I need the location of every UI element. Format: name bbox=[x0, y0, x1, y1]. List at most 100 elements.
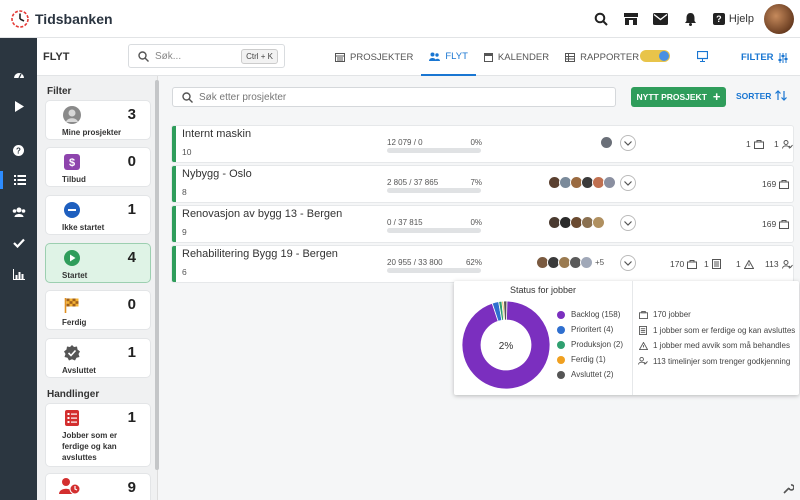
sort-arrows-icon bbox=[775, 90, 788, 101]
bell-icon[interactable] bbox=[683, 11, 699, 27]
tab-label: KALENDER bbox=[497, 51, 550, 63]
action-timelines-approval[interactable]: 9 bbox=[46, 474, 150, 500]
new-project-button[interactable]: NYTT PROSJEKT + bbox=[631, 87, 726, 107]
help-circle-icon[interactable]: ? bbox=[0, 141, 37, 159]
expand-button[interactable] bbox=[620, 175, 636, 191]
expand-button[interactable] bbox=[620, 215, 636, 231]
team-icon[interactable] bbox=[0, 203, 37, 221]
project-hours: 20 955 / 33 800 bbox=[387, 258, 443, 267]
action-jobs-ready-to-close[interactable]: 1 Jobber som er ferdige og kan avsluttes bbox=[46, 404, 150, 466]
help-button[interactable]: ? Hjelp bbox=[712, 13, 754, 25]
global-search-input[interactable]: Søk... Ctrl + K bbox=[128, 44, 285, 68]
project-row[interactable]: Renovasjon av bygg 13 - Bergen 9 0 / 37 … bbox=[172, 206, 793, 242]
project-search-input[interactable]: Søk etter prosjekter bbox=[172, 87, 616, 107]
svg-text:$: $ bbox=[69, 157, 75, 169]
play-icon[interactable] bbox=[0, 97, 37, 115]
filter-startet[interactable]: 4 Startet bbox=[46, 244, 150, 282]
expand-button[interactable] bbox=[620, 255, 636, 271]
legend-dot bbox=[557, 355, 565, 364]
filter-mine-prosjekter[interactable]: 3 Mine prosjekter bbox=[46, 101, 150, 139]
user-avatar[interactable] bbox=[764, 4, 794, 34]
filter-ikke-startet[interactable]: 1 Ikke startet bbox=[46, 196, 150, 234]
chevron-down-icon bbox=[624, 220, 632, 226]
user-avatar-icon bbox=[63, 106, 81, 124]
chevron-down-icon bbox=[624, 180, 632, 186]
search-icon bbox=[182, 92, 193, 103]
search-icon bbox=[138, 51, 149, 62]
filter-avsluttet[interactable]: 1 Avsluttet bbox=[46, 339, 150, 377]
play-circle-icon bbox=[63, 249, 81, 267]
left-nav: ? bbox=[0, 38, 37, 500]
sub-header: FLYT Søk... Ctrl + K PROSJEKTER FLYT KAL… bbox=[37, 38, 800, 76]
avatar bbox=[580, 256, 593, 269]
dashboard-icon[interactable] bbox=[0, 66, 37, 84]
filter-count: 4 bbox=[127, 249, 136, 266]
user-clock-icon bbox=[58, 477, 82, 495]
avatar bbox=[603, 176, 616, 189]
project-name: Nybygg - Oslo bbox=[182, 168, 252, 180]
check-badge-icon bbox=[63, 344, 81, 362]
user-check-icon bbox=[638, 357, 648, 365]
plus-icon: + bbox=[712, 89, 721, 104]
list-icon[interactable] bbox=[0, 171, 37, 189]
filter-ferdig[interactable]: 0 Ferdig bbox=[46, 291, 150, 329]
store-icon[interactable] bbox=[623, 11, 639, 27]
project-row[interactable]: Internt maskin 10 12 079 / 0 0% 1 1 bbox=[172, 126, 793, 162]
filter-tilbud[interactable]: $ 0 Tilbud bbox=[46, 148, 150, 186]
status-donut-chart: 2% bbox=[461, 300, 551, 390]
filter-count: 1 bbox=[127, 201, 136, 218]
project-row[interactable]: Nybygg - Oslo 8 2 805 / 37 865 7% 169 bbox=[172, 166, 793, 202]
legend-label: Avsluttet (2) bbox=[571, 370, 614, 379]
filter-button[interactable]: FILTER bbox=[741, 52, 788, 63]
project-number: 6 bbox=[182, 267, 187, 277]
filter-scrollbar[interactable] bbox=[155, 80, 159, 470]
stat-users: 1 bbox=[774, 139, 793, 149]
mode-toggle[interactable] bbox=[640, 50, 670, 62]
info-label: 170 jobber bbox=[653, 310, 691, 320]
filter-panel: Filter 3 Mine prosjekter $ 0 Tilbud 1 Ik… bbox=[37, 76, 158, 500]
task-list-icon bbox=[63, 409, 81, 427]
team-avatars[interactable]: +5 bbox=[536, 256, 605, 269]
tab-kalender[interactable]: KALENDER bbox=[476, 38, 557, 76]
project-number: 8 bbox=[182, 187, 187, 197]
action-label: Jobber som er ferdige og kan avsluttes bbox=[62, 431, 118, 462]
mail-icon[interactable] bbox=[653, 11, 669, 27]
team-avatars[interactable] bbox=[600, 136, 613, 149]
tab-prosjekter[interactable]: PROSJEKTER bbox=[327, 38, 421, 76]
project-percent: 62% bbox=[465, 258, 482, 267]
briefcase-icon bbox=[779, 179, 790, 189]
tab-rapporter[interactable]: RAPPORTER bbox=[557, 38, 647, 76]
tab-flyt[interactable]: FLYT bbox=[421, 38, 476, 76]
project-percent: 7% bbox=[470, 178, 482, 187]
search-icon[interactable] bbox=[593, 11, 609, 27]
checkmark-icon[interactable] bbox=[0, 234, 37, 252]
status-info-list: 170 jobber 1 jobber som er ferdige og ka… bbox=[638, 307, 795, 369]
bar-chart-icon[interactable] bbox=[0, 265, 37, 283]
top-bar: Tidsbanken ? Hjelp bbox=[0, 0, 800, 38]
avatar bbox=[592, 216, 605, 229]
project-row[interactable]: Rehabilitering Bygg 19 - Bergen 6 20 955… bbox=[172, 246, 793, 282]
stat-jobs: 170 bbox=[670, 259, 698, 269]
team-avatars[interactable] bbox=[548, 176, 616, 189]
app-name: Tidsbanken bbox=[35, 11, 113, 27]
shortcut-badge: Ctrl + K bbox=[241, 49, 278, 64]
expand-button[interactable] bbox=[620, 135, 636, 151]
popup-divider bbox=[632, 281, 633, 395]
info-item: 170 jobber bbox=[638, 307, 795, 323]
filter-count: 3 bbox=[127, 106, 136, 123]
stat-jobs: 169 bbox=[762, 219, 790, 229]
filter-heading: Filter bbox=[47, 86, 72, 97]
legend-dot bbox=[557, 370, 565, 379]
app-logo[interactable]: Tidsbanken bbox=[10, 9, 113, 29]
project-progress-bar bbox=[387, 268, 481, 273]
team-avatars[interactable] bbox=[548, 216, 605, 229]
project-percent: 0% bbox=[470, 138, 482, 147]
more-avatars-count: +5 bbox=[595, 258, 605, 267]
monitor-icon[interactable] bbox=[697, 51, 708, 62]
legend-label: Ferdig (1) bbox=[571, 355, 606, 364]
wrench-icon[interactable] bbox=[783, 483, 794, 494]
search-placeholder: Søk... bbox=[155, 51, 182, 62]
sort-button[interactable]: SORTER bbox=[736, 90, 788, 101]
filter-count: 0 bbox=[127, 296, 136, 313]
status-legend: Backlog (158) Prioritert (4) Produksjon … bbox=[557, 307, 623, 382]
